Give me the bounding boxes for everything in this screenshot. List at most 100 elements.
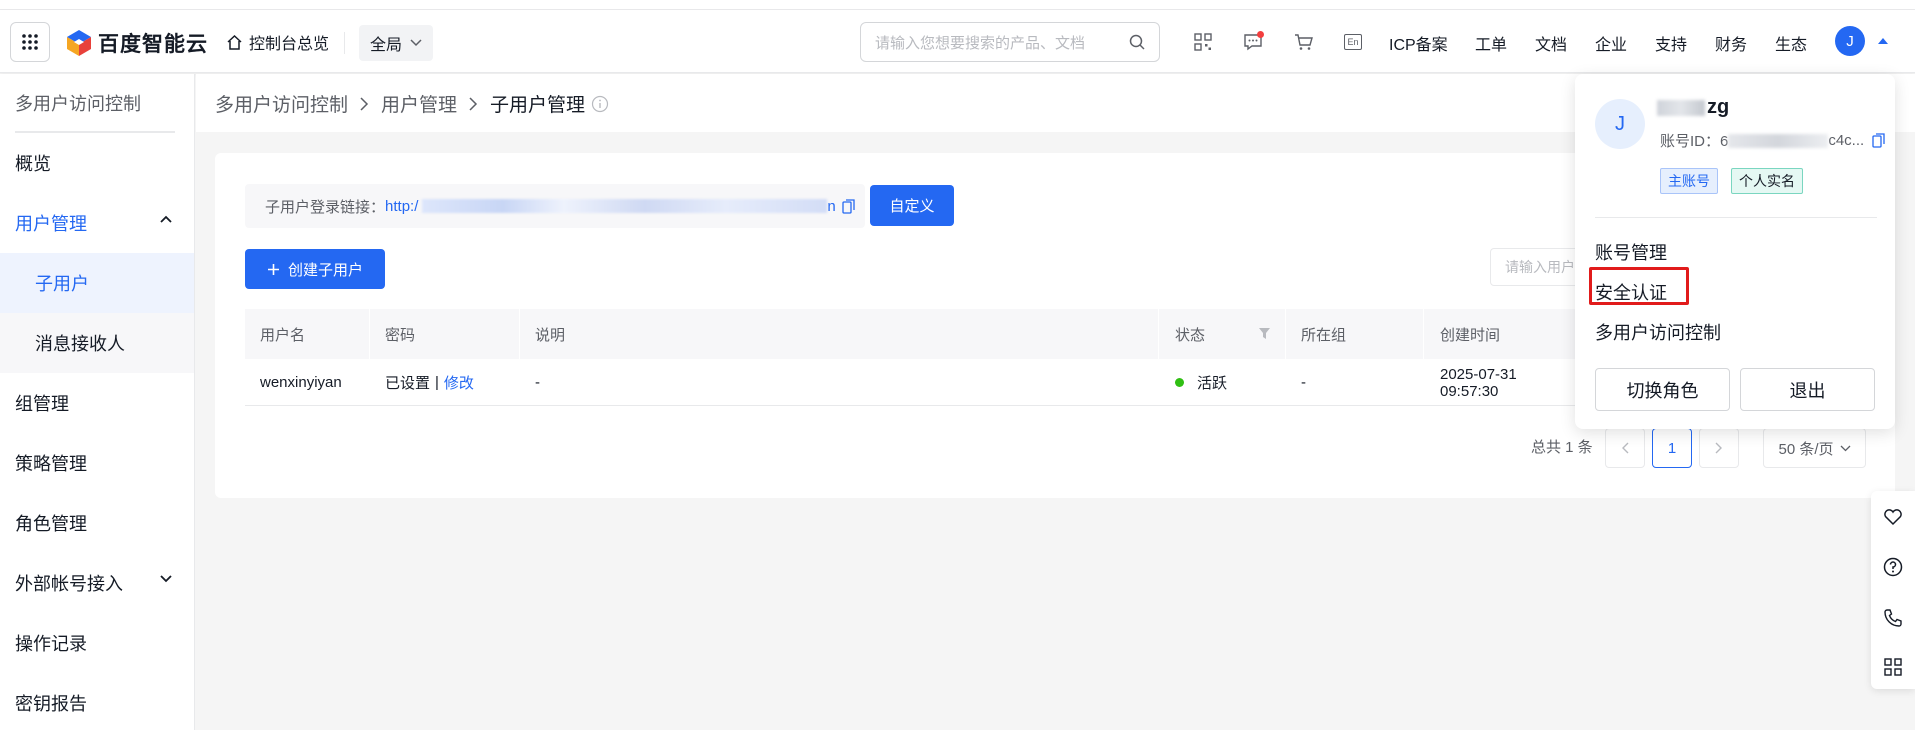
chevron-down-icon xyxy=(160,575,172,583)
sidebar-item-label: 操作记录 xyxy=(15,634,87,654)
cube-logo-icon xyxy=(67,30,91,56)
filter-icon[interactable] xyxy=(1258,327,1271,340)
floating-toolbar xyxy=(1871,491,1915,689)
chevron-up-icon xyxy=(160,215,172,223)
sidebar-item-label: 消息接收人 xyxy=(35,334,125,354)
nav-link-ecosystem[interactable]: 生态 xyxy=(1775,31,1807,55)
account-name: zg xyxy=(1657,96,1729,119)
account-id-label: 账号ID：6 xyxy=(1660,133,1729,150)
sidebar-item-role-management[interactable]: 角色管理 xyxy=(0,493,194,553)
qrcode-button[interactable] xyxy=(1191,30,1215,54)
nav-link-finance[interactable]: 财务 xyxy=(1715,31,1747,55)
messages-button[interactable] xyxy=(1241,30,1265,54)
next-page-button[interactable] xyxy=(1699,428,1739,468)
cell-created-time: 2025-07-31 09:57:30 xyxy=(1440,365,1517,400)
help-button[interactable] xyxy=(1882,556,1904,578)
cart-button[interactable] xyxy=(1291,30,1315,54)
notification-dot xyxy=(1257,31,1264,38)
main-account-badge: 主账号 xyxy=(1660,168,1718,194)
copy-icon[interactable] xyxy=(842,198,855,214)
user-avatar[interactable]: J xyxy=(1835,26,1865,56)
sidebar-item-label: 概览 xyxy=(15,154,51,174)
breadcrumb-item[interactable]: 多用户访问控制 xyxy=(215,90,348,117)
column-divider xyxy=(1423,309,1424,359)
prev-page-button[interactable] xyxy=(1605,428,1645,468)
column-divider xyxy=(369,309,370,359)
account-id-suffix: c4c... xyxy=(1828,132,1865,149)
menu-item-iam[interactable]: 多用户访问控制 xyxy=(1595,319,1721,345)
favorite-button[interactable] xyxy=(1882,506,1904,528)
column-header-status: 状态 xyxy=(1175,326,1206,344)
edit-password-link[interactable]: 修改 xyxy=(444,372,474,393)
search-placeholder: 请输入您想要搜索的产品、文档 xyxy=(875,34,1086,52)
sidebar-item-key-report[interactable]: 密钥报告 xyxy=(0,673,194,730)
sidebar-item-group-management[interactable]: 组管理 xyxy=(0,373,194,433)
region-label: 全局 xyxy=(369,37,402,54)
nav-link-enterprise[interactable]: 企业 xyxy=(1595,31,1627,55)
region-selector[interactable]: 全局 xyxy=(359,25,433,61)
separator: | xyxy=(435,374,439,391)
sidebar-item-subuser[interactable]: 子用户 xyxy=(0,253,194,313)
login-link-suffix[interactable]: n xyxy=(827,198,835,215)
sidebar-item-operation-log[interactable]: 操作记录 xyxy=(0,613,194,673)
copy-icon[interactable] xyxy=(1872,133,1885,148)
create-subuser-button[interactable]: 创建子用户 xyxy=(245,249,385,289)
column-divider xyxy=(1285,309,1286,359)
nav-link-ticket[interactable]: 工单 xyxy=(1475,31,1507,55)
switch-role-button[interactable]: 切换角色 xyxy=(1595,368,1730,411)
menu-item-account-management[interactable]: 账号管理 xyxy=(1595,239,1667,265)
divider xyxy=(344,32,345,54)
apps-button[interactable] xyxy=(1882,656,1904,678)
chevron-right-icon xyxy=(469,96,478,111)
divider xyxy=(1595,217,1877,218)
apps-grid-icon xyxy=(1884,658,1902,676)
page-size-select[interactable]: 50 条/页 xyxy=(1763,428,1866,468)
global-search-input[interactable]: 请输入您想要搜索的产品、文档 xyxy=(860,22,1160,62)
top-navbar: 百度智能云 控制台总览 全局 请输入您想要搜索的产品、文档 En ICP备案 工… xyxy=(0,10,1915,73)
cell-username[interactable]: wenxinyiyan xyxy=(260,359,342,406)
chevron-left-icon xyxy=(1622,442,1629,454)
sidebar-item-policy-management[interactable]: 策略管理 xyxy=(0,433,194,493)
breadcrumb-item[interactable]: 用户管理 xyxy=(381,90,457,117)
page-1-button[interactable]: 1 xyxy=(1652,428,1692,468)
sidebar-item-label: 组管理 xyxy=(15,394,69,414)
sidebar: 多用户访问控制 概览 用户管理 子用户 消息接收人 组管理 策略管理 角色管理 … xyxy=(0,74,195,730)
language-button[interactable]: En xyxy=(1341,30,1365,54)
plus-icon xyxy=(267,263,279,275)
sidebar-item-label: 策略管理 xyxy=(15,454,87,474)
page-size-label: 50 条/页 xyxy=(1778,440,1834,458)
sidebar-item-user-management[interactable]: 用户管理 xyxy=(0,193,194,253)
sidebar-item-label: 子用户 xyxy=(35,274,89,294)
page-title: 子用户管理 xyxy=(490,95,586,116)
grid-icon xyxy=(22,34,38,50)
login-link-redacted xyxy=(422,199,828,213)
product-menu-button[interactable] xyxy=(10,22,50,62)
caret-up-icon[interactable] xyxy=(1878,38,1888,44)
column-header-password: 密码 xyxy=(385,326,416,344)
cell-password: 已设置 | 修改 xyxy=(385,359,474,406)
highlight-box xyxy=(1589,267,1689,305)
nav-link-docs[interactable]: 文档 xyxy=(1535,31,1567,55)
sidebar-title: 多用户访问控制 xyxy=(15,94,141,114)
language-icon: En xyxy=(1344,34,1362,50)
table-header: 用户名 密码 说明 状态 所在组 创建时间 xyxy=(245,309,1575,359)
brand-logo[interactable]: 百度智能云 xyxy=(66,28,208,58)
customize-button[interactable]: 自定义 xyxy=(870,185,954,226)
account-id: 账号ID：6 c4c... xyxy=(1660,130,1885,151)
column-header-description: 说明 xyxy=(535,326,566,344)
sidebar-item-overview[interactable]: 概览 xyxy=(0,133,194,193)
sidebar-item-external-account[interactable]: 外部帐号接入 xyxy=(0,553,194,613)
sidebar-item-message-receiver[interactable]: 消息接收人 xyxy=(0,313,194,373)
cart-icon xyxy=(1294,34,1313,50)
login-link-prefix[interactable]: http:/ xyxy=(385,198,418,215)
logout-button[interactable]: 退出 xyxy=(1740,368,1875,411)
nav-link-support[interactable]: 支持 xyxy=(1655,31,1687,55)
nav-link-icp[interactable]: ICP备案 xyxy=(1389,31,1448,55)
console-home-link[interactable]: 控制台总览 xyxy=(226,30,329,54)
qrcode-icon xyxy=(1194,33,1212,51)
verified-badge: 个人实名 xyxy=(1731,168,1803,194)
info-icon[interactable] xyxy=(591,95,609,113)
password-status: 已设置 xyxy=(385,375,431,392)
status-badge: 活跃 xyxy=(1197,375,1228,392)
contact-button[interactable] xyxy=(1882,607,1904,629)
